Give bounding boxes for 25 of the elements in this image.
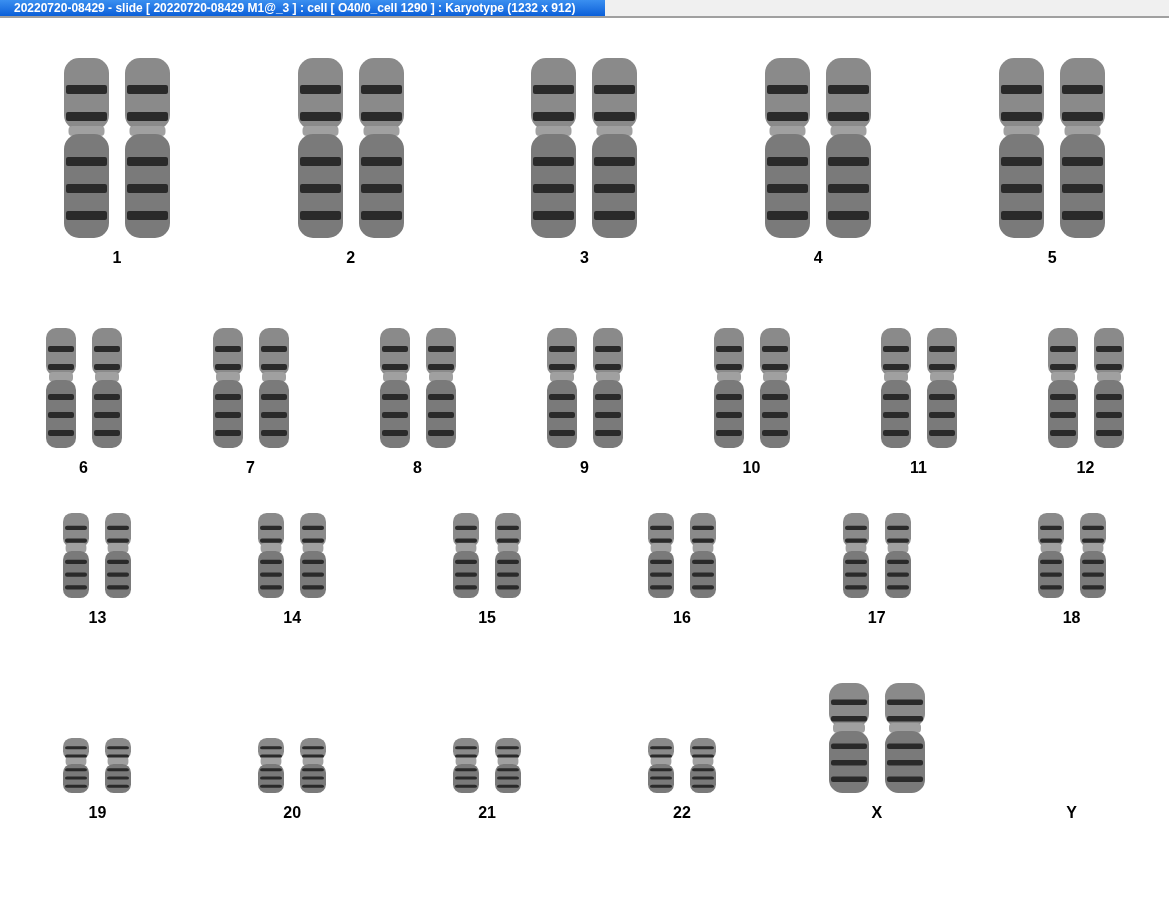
chromosome-label: 11 <box>910 460 927 476</box>
chromosome-label: 1 <box>112 250 122 266</box>
chromosome-label: 19 <box>88 805 107 821</box>
chromosome-label: 14 <box>283 610 302 626</box>
chromosome-label: 20 <box>283 805 302 821</box>
chromosome-label: 15 <box>478 610 496 626</box>
chromosome-label: 22 <box>673 805 691 821</box>
chromosome-label: 21 <box>478 805 496 821</box>
chromosome-label: X <box>871 805 883 821</box>
chromosome-label: 12 <box>1076 460 1095 476</box>
chromosome-label: Y <box>1066 805 1077 821</box>
chromosome-label: 8 <box>413 460 422 476</box>
chromosome-label: 13 <box>88 610 107 626</box>
chromosome-label: 17 <box>867 610 886 626</box>
chromosome-label: 16 <box>673 610 691 626</box>
chromosome-label: 9 <box>580 460 589 476</box>
chromosome-label: 4 <box>813 250 823 266</box>
window-title: 20220720-08429 - slide [ 20220720-08429 M1@_3 ] : cell [ O40/0_cell 1290 ] : Karyotype (1232 x 912) <box>0 0 605 16</box>
chromosome-label: 18 <box>1062 610 1081 626</box>
chromosome-label: 3 <box>580 250 589 266</box>
chromosome-label: 2 <box>346 250 356 266</box>
chromosome-label: 5 <box>1047 250 1057 266</box>
chromosome-label: 6 <box>79 460 88 476</box>
chromosome-label: 10 <box>742 460 761 476</box>
chromosome-label: 7 <box>246 460 255 476</box>
